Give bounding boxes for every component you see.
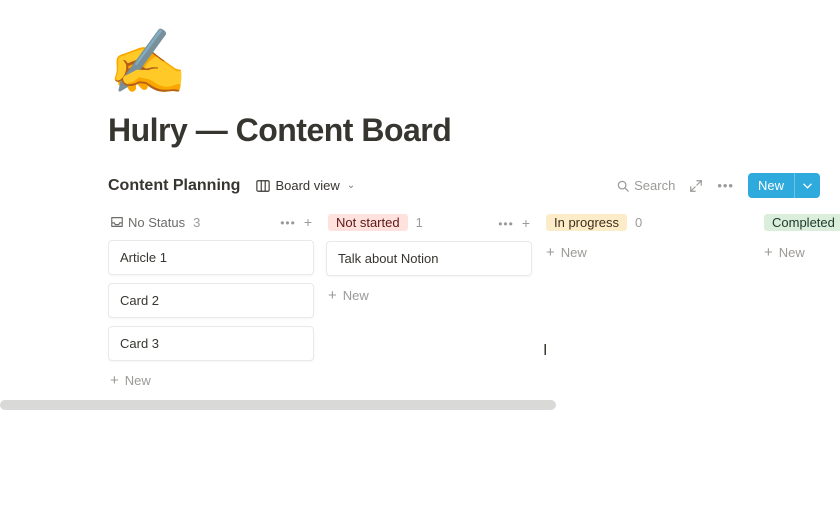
column-add-button[interactable]: + (304, 214, 312, 230)
search-button[interactable]: Search (616, 178, 675, 193)
column-header[interactable]: In progress 0 (544, 210, 750, 241)
board-card[interactable]: Talk about Notion (326, 241, 532, 276)
add-card-button[interactable]: + New (762, 241, 807, 264)
column-header[interactable]: No Status 3 ••• + (108, 210, 314, 240)
database-header: Content Planning Board view ⌄ Search (108, 173, 840, 198)
column-actions: ••• + (498, 215, 530, 231)
expand-button[interactable] (689, 179, 703, 193)
plus-icon: + (110, 373, 119, 388)
plus-icon: + (304, 214, 312, 230)
column-more-button[interactable]: ••• (498, 215, 514, 231)
dots-icon: ••• (498, 217, 514, 231)
horizontal-scrollbar-track[interactable] (0, 400, 840, 410)
add-card-label: New (779, 245, 805, 260)
board: No Status3•••+Article 1Card 2Card 3+NewN… (108, 210, 840, 392)
search-label: Search (634, 178, 675, 193)
chevron-down-icon (803, 183, 812, 189)
column-more-button[interactable]: ••• (280, 214, 296, 230)
view-switcher[interactable]: Board view ⌄ (252, 176, 359, 195)
column-header[interactable]: Not started 1 ••• + (326, 210, 532, 241)
add-card-label: New (561, 245, 587, 260)
view-label: Board view (275, 178, 339, 193)
column-count: 0 (635, 215, 642, 230)
board-card[interactable]: Article 1 (108, 240, 314, 275)
inbox-icon (110, 215, 124, 229)
column-header[interactable]: Completed0•••+ (762, 210, 840, 241)
board-card[interactable]: Card 3 (108, 326, 314, 361)
new-button[interactable]: New (748, 173, 820, 198)
more-menu-button[interactable]: ••• (717, 178, 734, 193)
page-icon[interactable]: ✍️ (108, 30, 840, 94)
board-column: No Status 3 ••• + Article 1 Card 2 Card 3 + New (108, 210, 314, 392)
horizontal-scrollbar-thumb[interactable] (0, 400, 556, 410)
column-actions: ••• + (280, 214, 312, 230)
add-card-label: New (343, 288, 369, 303)
new-button-label: New (748, 173, 794, 198)
column-count: 3 (193, 215, 200, 230)
board-card[interactable]: Card 2 (108, 283, 314, 318)
board-column: Completed0•••+ + New (762, 210, 840, 264)
column-count: 1 (416, 215, 423, 230)
plus-icon: + (764, 245, 773, 260)
column-name: Not started (328, 214, 408, 231)
board-column: In progress 0 + New (544, 210, 750, 264)
plus-icon: + (546, 245, 555, 260)
column-name: No Status (128, 215, 185, 230)
add-card-button[interactable]: + New (108, 369, 153, 392)
expand-icon (689, 179, 703, 193)
database-toolbar: Search ••• New (616, 173, 820, 198)
database-name[interactable]: Content Planning (108, 177, 240, 195)
dots-icon: ••• (280, 216, 296, 230)
board-column: Not started 1 ••• + Talk about Notion + New (326, 210, 532, 307)
plus-icon: + (522, 215, 530, 231)
add-card-label: New (125, 373, 151, 388)
search-icon (616, 179, 630, 193)
column-name: Completed (764, 214, 840, 231)
page-title: Hulry — Content Board (108, 112, 840, 149)
new-button-dropdown[interactable] (794, 173, 820, 198)
chevron-down-icon: ⌄ (347, 180, 355, 191)
column-name: In progress (546, 214, 627, 231)
board-icon (256, 179, 270, 193)
add-card-button[interactable]: + New (326, 284, 371, 307)
column-add-button[interactable]: + (522, 215, 530, 231)
plus-icon: + (328, 288, 337, 303)
add-card-button[interactable]: + New (544, 241, 589, 264)
dots-icon: ••• (717, 178, 734, 193)
